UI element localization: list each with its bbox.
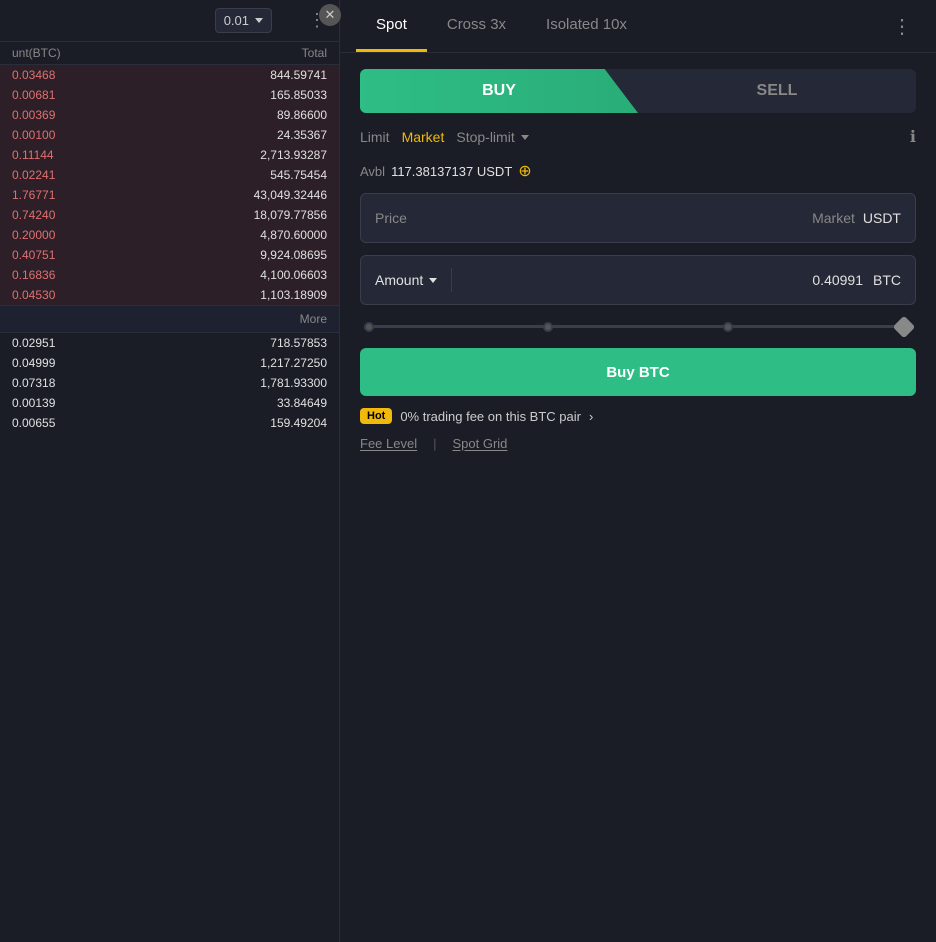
table-row[interactable]: 1.76771 43,049.32446 [0, 185, 339, 205]
amount-chevron-icon [429, 278, 437, 283]
price-value: Market [812, 210, 855, 226]
table-row[interactable]: 0.03468 844.59741 [0, 65, 339, 85]
bottom-links: Fee Level | Spot Grid [360, 436, 916, 455]
slider-dot-25 [543, 322, 553, 332]
amount-unit: BTC [873, 272, 901, 288]
slider-track [364, 325, 912, 328]
table-row[interactable]: 0.16836 4,100.06603 [0, 265, 339, 285]
price-label: Price [375, 210, 407, 226]
table-row[interactable]: 0.04999 1,217.27250 [0, 353, 339, 373]
hot-promo-row: Hot 0% trading fee on this BTC pair › [360, 408, 916, 424]
trade-form: BUY SELL Limit Market Stop-limit ℹ Avbl … [340, 53, 936, 471]
available-balance-row: Avbl 117.38137137 USDT ⊕ [360, 161, 916, 181]
table-row[interactable]: 0.00681 165.85033 [0, 85, 339, 105]
sell-orders: 0.03468 844.59741 0.00681 165.85033 0.00… [0, 65, 339, 305]
table-row[interactable]: 0.02241 545.75454 [0, 165, 339, 185]
hot-arrow-icon[interactable]: › [589, 409, 593, 424]
amount-label: Amount [375, 272, 423, 288]
slider-dots [364, 322, 912, 332]
more-divider: More [0, 305, 339, 333]
order-book-header: 0.01 ⋮ ✕ [0, 0, 339, 42]
links-separator: | [433, 436, 436, 451]
hot-promo-text: 0% trading fee on this BTC pair [400, 409, 581, 424]
trade-type-tabs: Spot Cross 3x Isolated 10x ⋮ [340, 0, 936, 53]
table-row[interactable]: 0.40751 9,924.08695 [0, 245, 339, 265]
table-row[interactable]: 0.07318 1,781.93300 [0, 373, 339, 393]
amount-divider [451, 268, 452, 292]
table-row[interactable]: 0.00100 24.35367 [0, 125, 339, 145]
table-row[interactable]: 0.00139 33.84649 [0, 393, 339, 413]
decimal-selector[interactable]: 0.01 [215, 8, 272, 33]
fee-level-link[interactable]: Fee Level [360, 436, 417, 451]
table-row[interactable]: 0.02951 718.57853 [0, 333, 339, 353]
sell-button[interactable]: SELL [638, 69, 916, 113]
amount-value: 0.40991 [466, 272, 863, 288]
table-row[interactable]: 0.00655 159.49204 [0, 413, 339, 433]
tab-stop-limit[interactable]: Stop-limit [456, 125, 540, 149]
table-row[interactable]: 0.04530 1,103.18909 [0, 285, 339, 305]
table-row[interactable]: 0.00369 89.86600 [0, 105, 339, 125]
buy-button[interactable]: BUY [360, 69, 638, 113]
decimal-chevron-icon [255, 18, 263, 23]
trade-tab-more-icon[interactable]: ⋮ [884, 6, 920, 47]
tab-market[interactable]: Market [402, 125, 457, 149]
buy-action-button[interactable]: Buy BTC [360, 348, 916, 396]
tab-limit[interactable]: Limit [360, 125, 402, 149]
avbl-label: Avbl [360, 164, 385, 179]
tab-spot[interactable]: Spot [356, 0, 427, 52]
slider-handle[interactable] [893, 315, 916, 338]
order-book-table: unt(BTC) Total 0.03468 844.59741 0.00681… [0, 42, 339, 942]
tab-cross-3x[interactable]: Cross 3x [427, 0, 526, 52]
buy-sell-toggle: BUY SELL [360, 69, 916, 113]
table-row[interactable]: 0.20000 4,870.60000 [0, 225, 339, 245]
slider-dot-0 [364, 322, 374, 332]
avbl-amount: 117.38137137 USDT [391, 164, 512, 179]
trade-panel: Spot Cross 3x Isolated 10x ⋮ BUY SELL Li… [340, 0, 936, 942]
amount-selector[interactable]: Amount [375, 272, 437, 288]
slider-dot-50 [723, 322, 733, 332]
order-book-header-row: unt(BTC) Total [0, 42, 339, 65]
close-button[interactable]: ✕ [319, 4, 341, 26]
order-type-tabs: Limit Market Stop-limit ℹ [360, 125, 916, 149]
amount-field[interactable]: Amount 0.40991 BTC [360, 255, 916, 305]
avbl-add-icon[interactable]: ⊕ [518, 161, 531, 181]
price-unit: USDT [863, 210, 901, 226]
price-field[interactable]: Price Market USDT [360, 193, 916, 243]
order-type-info-icon[interactable]: ℹ [910, 127, 916, 147]
hot-badge: Hot [360, 408, 392, 424]
amount-slider[interactable] [360, 317, 916, 336]
total-col-header: Total [170, 46, 328, 60]
buy-orders: 0.02951 718.57853 0.04999 1,217.27250 0.… [0, 333, 339, 433]
table-row[interactable]: 0.11144 2,713.93287 [0, 145, 339, 165]
spot-grid-link[interactable]: Spot Grid [452, 436, 507, 451]
decimal-value: 0.01 [224, 13, 249, 28]
table-row[interactable]: 0.74240 18,079.77856 [0, 205, 339, 225]
tab-isolated-10x[interactable]: Isolated 10x [526, 0, 647, 52]
price-value-unit: Market USDT [812, 210, 901, 226]
order-book-panel: 0.01 ⋮ ✕ unt(BTC) Total 0.03468 844.5974… [0, 0, 340, 942]
amount-col-header: unt(BTC) [12, 46, 170, 60]
stop-limit-chevron-icon [521, 135, 529, 140]
